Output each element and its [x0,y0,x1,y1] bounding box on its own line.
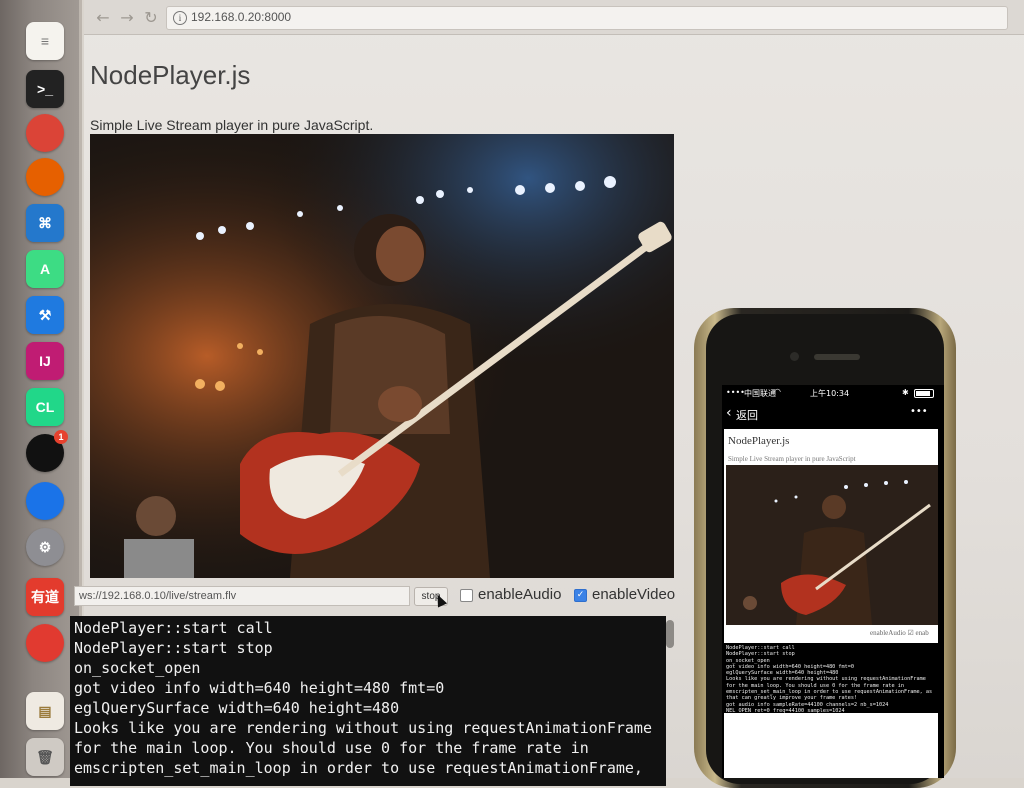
bluetooth-icon: ✱ [902,388,909,397]
system-preferences-label: ⚙ [38,538,52,555]
clion-icon[interactable]: CL [26,388,64,426]
info-icon[interactable]: i [173,11,187,25]
phone-time: 上午10:34 [810,389,850,398]
phone-page-subtitle: Simple Live Stream player in pure JavaSc… [728,455,856,463]
xcode-icon[interactable]: ⚒ [26,296,64,334]
stream-url-input[interactable]: ws://192.168.0.10/live/stream.flv [74,586,410,606]
player-controls: ws://192.168.0.10/live/stream.flv stop e… [74,586,694,608]
phone-page-title: NodePlayer.js [728,435,790,447]
terminal-label: >_ [37,81,53,97]
intellij-label: IJ [39,353,51,369]
log-console[interactable]: NodePlayer::start callNodePlayer::start … [70,616,666,786]
phone-speaker [814,354,860,360]
phone-nav-bar: ‹ 返回 ••• [722,401,944,427]
trash-icon[interactable]: 🗑 [26,738,64,776]
back-icon[interactable]: ← [94,8,112,27]
terminal-icon[interactable]: >_ [26,70,64,108]
notification-badge: 1 [54,430,68,444]
android-studio-label: A [39,261,51,277]
phone-log-console: NodePlayer::start call NodePlayer::start … [724,643,938,713]
video-player-canvas[interactable] [90,134,674,578]
archive-icon[interactable]: ▤ [26,692,64,730]
console-scrollbar[interactable] [666,620,674,648]
location-icon[interactable] [26,482,64,520]
reload-icon[interactable]: ↻ [142,8,160,27]
vscode-icon[interactable]: ⌘ [26,204,64,242]
clion-label: CL [35,399,55,415]
phone-screen: •••• 中国联通 ◠ 上午10:34 ✱ ‹ 返回 ••• NodePlaye… [722,385,944,778]
netease-music-icon[interactable] [26,624,64,662]
android-studio-icon[interactable]: A [26,250,64,288]
system-preferences-icon[interactable]: ⚙ [26,528,64,566]
console-line: NodePlayer::start stop [74,639,273,657]
forward-icon[interactable]: → [118,8,136,27]
phone-console-line: Looks like you are rendering without usi… [726,676,926,683]
phone-webview: NodePlayer.js Simple Live Stream player … [724,429,938,649]
carrier-label: 中国联通 [744,389,776,398]
youdao-icon[interactable]: 有道 [26,578,64,616]
console-line: NodePlayer::start call [74,619,273,637]
battery-icon [914,389,934,398]
console-line: got video info width=640 height=480 fmt=… [74,679,445,697]
browser-toolbar: ← → ↻ i 192.168.0.20:8000 [84,0,1024,35]
chevron-left-icon[interactable]: ‹ [726,406,732,420]
enable-video-checkbox[interactable]: ✓ [574,589,587,602]
page-title: NodePlayer.js [90,60,251,90]
chrome-icon[interactable] [26,114,64,152]
phone-player-controls: enableAudio ☑ enab [870,629,929,637]
phone-video-frame [726,465,938,625]
page-subtitle: Simple Live Stream player in pure JavaSc… [90,117,374,133]
qq-icon[interactable]: 1 [26,430,68,472]
firefox-icon[interactable] [26,158,64,196]
enable-video-label: enableVideo [592,586,676,603]
phone-back-button[interactable]: 返回 [736,407,758,423]
vscode-label: ⌘ [38,214,52,231]
phone-status-bar: •••• 中国联通 ◠ 上午10:34 ✱ [722,385,944,401]
concert-video-frame [90,134,674,578]
console-line: eglQuerySurface width=640 height=480 [74,699,400,717]
phone-video-canvas[interactable] [726,465,938,625]
enable-audio-label: enableAudio [478,586,562,603]
console-line: emscripten_set_main_loop in order to use… [74,759,643,777]
notes-icon[interactable]: ≡ [26,22,64,60]
address-bar[interactable]: i 192.168.0.20:8000 [166,6,1008,30]
signal-icon: •••• [726,388,745,397]
xcode-label: ⚒ [38,306,52,323]
intellij-icon[interactable]: IJ [26,342,64,380]
console-line: Looks like you are rendering without usi… [74,719,652,737]
youdao-label: 有道 [31,589,59,605]
phone-page-bottom [724,713,938,778]
enable-audio-checkbox[interactable] [460,589,473,602]
phone-camera [790,352,799,361]
more-icon[interactable]: ••• [910,406,928,417]
address-text[interactable]: 192.168.0.20:8000 [191,10,291,24]
console-line: for the main loop. You should use 0 for … [74,739,589,757]
console-line: on_socket_open [74,659,201,677]
wifi-icon: ◠ [774,387,781,396]
